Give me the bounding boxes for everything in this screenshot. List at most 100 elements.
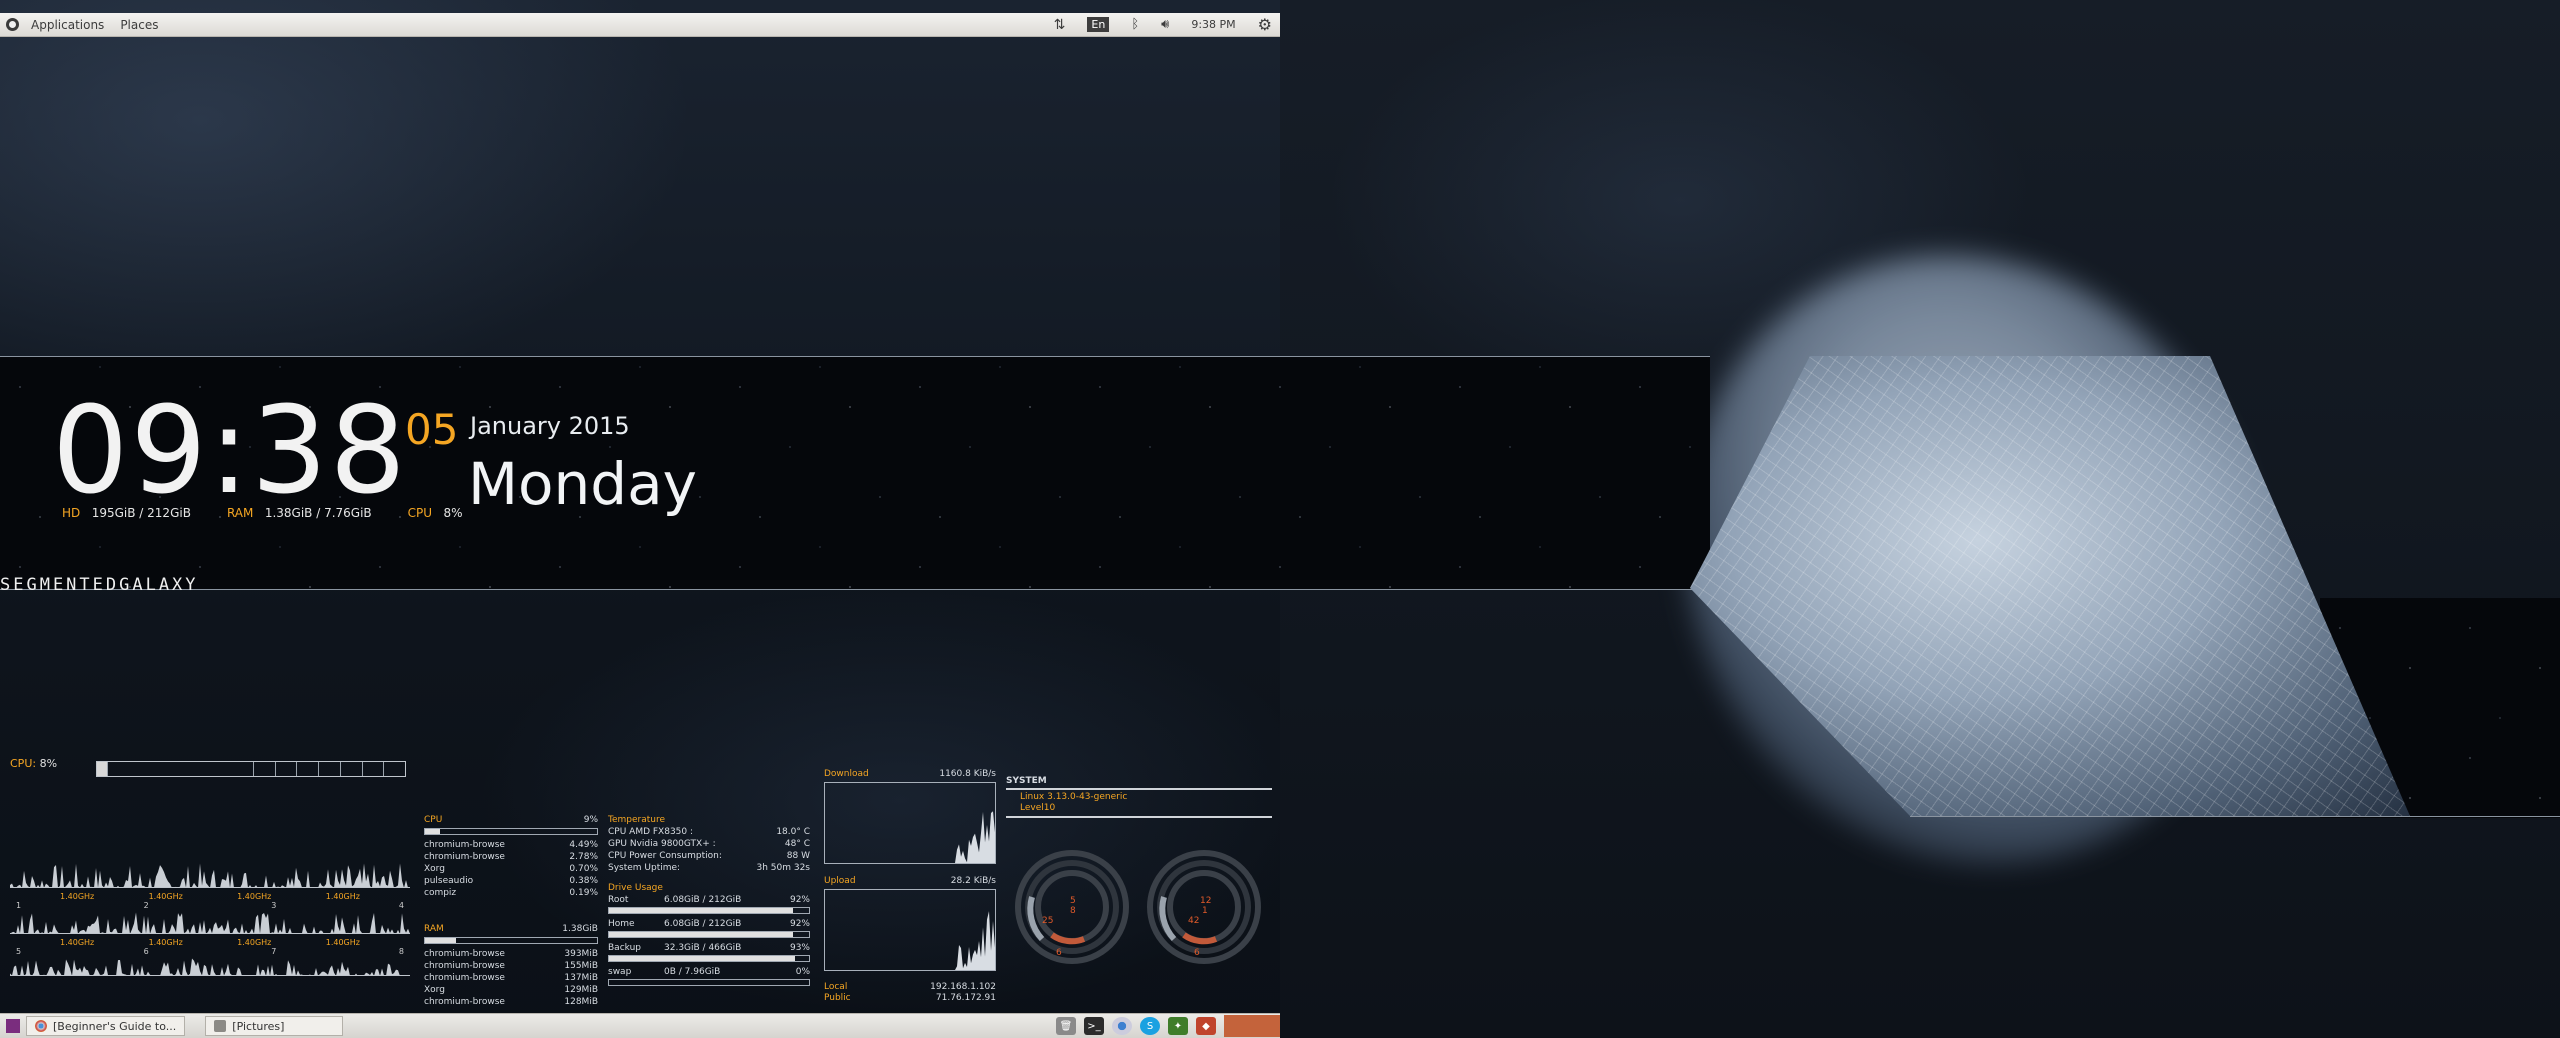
core-freq: 1.40GHz	[148, 938, 183, 947]
drive-row: Root 6.08GiB / 212GiB 92%	[608, 894, 810, 906]
activity-graph-fill	[10, 958, 410, 976]
system-tray: 🗑︎ >_ S ✦ ◆	[1056, 1015, 1280, 1037]
clock-stats: HD 195GiB / 212GiB RAM 1.38GiB / 7.76GiB…	[62, 506, 489, 520]
ram-process-value: 137MiB	[564, 973, 598, 983]
public-ip-value: 71.76.172.91	[935, 993, 996, 1003]
drive-percent: 92%	[789, 919, 810, 929]
places-menu[interactable]: Places	[116, 18, 162, 32]
taskbar-item-label: [Pictures]	[232, 1019, 285, 1033]
system-block: SYSTEM Linux 3.13.0-43-generic Level10	[1006, 776, 1272, 820]
cpu-process-row: Xorg 0.70%	[424, 863, 598, 875]
drive-name: swap	[608, 967, 632, 977]
core-number: 5	[16, 947, 22, 956]
core-freq: 1.40GHz	[60, 938, 95, 947]
hd-label: HD	[62, 506, 81, 520]
temperature-value: 18.0° C	[776, 827, 810, 837]
proc-cpu-bar-fill	[425, 829, 441, 834]
cpu-process-row: chromium-browse 2.78%	[424, 851, 598, 863]
drive-bar-fill	[609, 908, 793, 913]
cpu-process-row: pulseaudio 0.38%	[424, 875, 598, 887]
download-value: 1160.8 KiB/s	[939, 769, 996, 779]
cpu-process-value: 4.49%	[569, 840, 598, 850]
network-arrows-icon[interactable]: ⇅	[1054, 17, 1066, 33]
ram-label: RAM	[226, 506, 254, 520]
gauge-right-top: 12	[1200, 896, 1211, 906]
drive-percent: 92%	[789, 895, 810, 905]
cpu-process-row: chromium-browse 4.49%	[424, 839, 598, 851]
temperature-name: CPU Power Consumption:	[608, 851, 722, 861]
ram-process-value: 393MiB	[564, 949, 598, 959]
proc-cpu-bar	[424, 828, 598, 835]
ram-process-row: chromium-browse 393MiB	[424, 948, 598, 960]
taskbar-item-pictures[interactable]: [Pictures]	[205, 1016, 344, 1036]
drive-bar	[608, 907, 810, 914]
gear-icon[interactable]: ⚙	[1258, 15, 1272, 34]
ram-process-value: 128MiB	[564, 997, 598, 1007]
upload-value: 28.2 KiB/s	[950, 876, 996, 886]
month-year: January 2015	[470, 412, 630, 440]
temperature-name: CPU AMD FX8350 :	[608, 827, 694, 837]
core-number: 1	[16, 901, 22, 910]
hexchat-icon[interactable]: ✦	[1168, 1017, 1188, 1035]
gauge-right-low: 42	[1188, 916, 1199, 926]
ram-process-name: chromium-browse	[424, 973, 505, 983]
cpu-process-row: compiz 0.19%	[424, 887, 598, 899]
taskbar-item-browser[interactable]: [Beginner's Guide to...	[26, 1016, 186, 1036]
core-freq: 1.40GHz	[325, 938, 360, 947]
process-list: CPU 9% chromium-browse 4.49% chromium-brows…	[424, 814, 598, 1008]
drive-percent: 0%	[795, 967, 810, 977]
cpu-process-name: pulseaudio	[424, 876, 474, 886]
temperature-row: System Uptime: 3h 50m 32s	[608, 862, 810, 874]
drive-bar	[608, 955, 810, 962]
keyboard-layout-indicator[interactable]: En	[1087, 17, 1110, 32]
ram-process-name: Xorg	[424, 985, 445, 995]
temperature-row: CPU AMD FX8350 : 18.0° C	[608, 826, 810, 838]
core-freq: 1.40GHz	[148, 892, 183, 901]
drive-name: Root	[608, 895, 629, 905]
volume-icon[interactable]: 🔊︎	[1161, 17, 1169, 32]
show-desktop-icon[interactable]	[6, 1019, 20, 1033]
gauge-left-arc	[1050, 932, 1086, 945]
system-info: Temperature CPU AMD FX8350 :18.0° C GPU N…	[608, 814, 810, 990]
applications-menu[interactable]: Applications	[27, 18, 108, 32]
proc-ram-total: 1.38GiB	[562, 924, 598, 934]
cpu-overview: CPU: 8%	[10, 757, 57, 770]
activity-graph-fill	[10, 863, 410, 888]
top-panel: Applications Places ⇅ En ᛒ 🔊︎ 9:38 PM ⚙	[0, 13, 1280, 37]
drive-usage: 32.3GiB / 466GiB	[664, 943, 742, 953]
cpu-value: 8%	[443, 506, 463, 520]
drive-usage: 6.08GiB / 212GiB	[664, 919, 742, 929]
panel-clock[interactable]: 9:38 PM	[1191, 18, 1235, 31]
app-icon[interactable]: ◆	[1196, 1017, 1216, 1035]
drive-row: swap 0B / 7.96GiB 0%	[608, 966, 810, 978]
temperature-row: CPU Power Consumption: 88 W	[608, 850, 810, 862]
trash-icon[interactable]: 🗑︎	[1056, 1017, 1076, 1035]
segment-line	[1910, 816, 2560, 817]
cpu-process-name: chromium-browse	[424, 852, 505, 862]
terminal-icon[interactable]: >_	[1084, 1017, 1104, 1035]
hd-value: 195GiB / 212GiB	[91, 506, 191, 520]
skype-icon[interactable]: S	[1140, 1017, 1160, 1035]
cpu-process-value: 0.70%	[569, 864, 598, 874]
core-number: 4	[398, 901, 404, 910]
chromium-launcher-icon[interactable]	[1112, 1017, 1132, 1035]
gauge-right-mid: 1	[1202, 906, 1208, 916]
temperature-title: Temperature	[608, 815, 666, 825]
drive-bar	[608, 931, 810, 938]
upload-label: Upload	[824, 876, 856, 886]
drive-usage: 6.08GiB / 212GiB	[664, 895, 742, 905]
clock-time: 09:38	[52, 382, 408, 521]
temperature-value: 3h 50m 32s	[756, 863, 810, 873]
drive-row: Home 6.08GiB / 212GiB 92%	[608, 918, 810, 930]
upload-graph	[824, 889, 996, 971]
ring-gauges: 5 8 25 6 12 1 42 6	[1015, 850, 1261, 964]
workspace-switcher[interactable]	[1224, 1015, 1280, 1037]
drive-bar-fill	[609, 956, 795, 961]
cpu-process-value: 2.78%	[569, 852, 598, 862]
bluetooth-icon[interactable]: ᛒ	[1131, 17, 1139, 32]
ubuntu-logo-icon[interactable]	[6, 18, 19, 31]
local-ip-value: 192.168.1.102	[930, 982, 996, 992]
proc-ram-title: RAM	[424, 924, 444, 934]
network-graph-fill	[825, 911, 995, 970]
cpu-process-value: 0.19%	[569, 888, 598, 898]
